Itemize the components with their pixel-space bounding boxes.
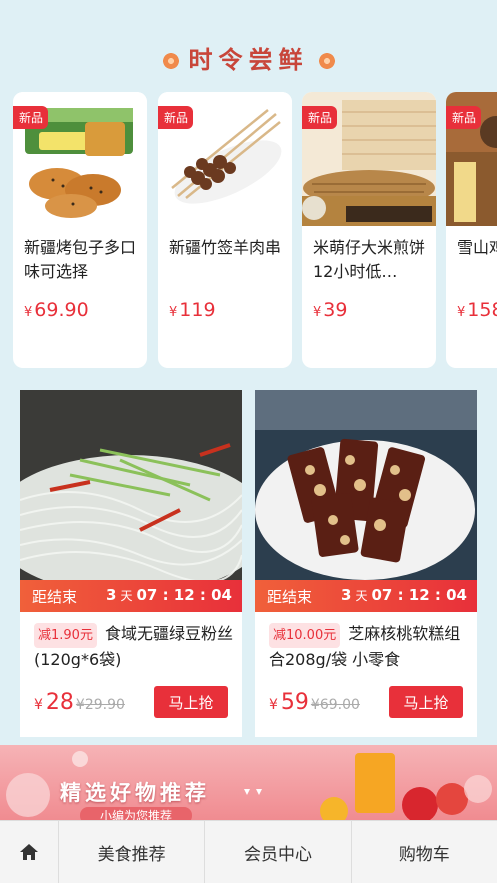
flower-icon — [160, 51, 181, 71]
section-title: 时令尝鲜 — [0, 40, 497, 75]
discount-badge: 减1.90元 — [34, 623, 97, 648]
deal-image — [20, 390, 242, 580]
countdown-bar: 距结束 3 天 07 : 12 : 04 — [255, 580, 477, 612]
promo-banner[interactable]: 精选好物推荐 小编为您推荐 — [0, 745, 497, 823]
tab-member-center[interactable]: 会员中心 — [204, 821, 350, 883]
discount-badge: 减10.00元 — [269, 623, 341, 648]
new-badge: 新品 — [446, 106, 482, 129]
deal-price: ¥28 ¥29.90 — [34, 690, 125, 715]
product-card[interactable]: 新品 新疆竹签羊肉串 ¥119 — [158, 92, 292, 368]
new-badge: 新品 — [302, 106, 338, 129]
original-price: ¥69.00 — [310, 697, 360, 713]
new-badge: 新品 — [158, 106, 194, 129]
countdown-timer: 3 天 07 : 12 : 04 — [341, 586, 467, 604]
buy-now-button[interactable]: 马上抢 — [154, 686, 228, 718]
product-card[interactable]: 新品 米萌仔大米煎饼 12小时低… ¥39 — [302, 92, 436, 368]
section-title-text: 时令尝鲜 — [188, 46, 309, 74]
product-name: 新疆竹签羊肉串 — [169, 238, 282, 257]
countdown-bar: 距结束 3 天 07 : 12 : 04 — [20, 580, 242, 612]
product-name: 米萌仔大米煎饼 12小时低… — [313, 238, 426, 281]
deal-name: 减10.00元 芝麻核桃软糕组合208g/袋 小零食 — [269, 623, 461, 668]
tab-home[interactable] — [0, 821, 58, 883]
deal-card[interactable]: 距结束 3 天 07 : 12 : 04 减1.90元 食域无疆绿豆粉丝(120g*6… — [20, 390, 242, 737]
tab-food-recommend[interactable]: 美食推荐 — [58, 821, 204, 883]
product-card[interactable]: 新品 雪山鸡母鸡 ¥158 — [446, 92, 497, 368]
deal-image — [255, 390, 477, 580]
countdown-label: 距结束 — [32, 588, 78, 606]
product-price: ¥119 — [169, 299, 216, 321]
new-badge: 新品 — [13, 106, 49, 129]
countdown-timer: 3 天 07 : 12 : 04 — [106, 586, 232, 604]
seasonal-carousel[interactable]: 新品 新疆烤包子多口味可选择 ¥69.90 新品 新疆竹签羊肉串 ¥119 新品… — [13, 92, 497, 368]
product-price: ¥39 — [313, 299, 348, 321]
countdown-label: 距结束 — [267, 588, 313, 606]
product-card[interactable]: 新品 新疆烤包子多口味可选择 ¥69.90 — [13, 92, 147, 368]
banner-title: 精选好物推荐 — [60, 781, 210, 805]
deal-name: 减1.90元 食域无疆绿豆粉丝(120g*6袋) — [34, 623, 233, 668]
product-name: 新疆烤包子多口味可选择 — [24, 238, 137, 281]
deal-card[interactable]: 距结束 3 天 07 : 12 : 04 减10.00元 芝麻核桃软糕组合208g/袋… — [255, 390, 477, 737]
buy-now-button[interactable]: 马上抢 — [389, 686, 463, 718]
home-icon — [20, 844, 38, 860]
tab-shopping-cart[interactable]: 购物车 — [350, 821, 497, 883]
product-name: 雪山鸡母鸡 — [457, 238, 497, 257]
flower-icon — [316, 51, 337, 71]
deal-price: ¥59 ¥69.00 — [269, 690, 360, 715]
original-price: ¥29.90 — [75, 697, 125, 713]
bottom-tab-bar: 美食推荐 会员中心 购物车 — [0, 820, 497, 883]
product-price: ¥69.90 — [24, 299, 89, 321]
product-price: ¥158 — [457, 299, 497, 321]
